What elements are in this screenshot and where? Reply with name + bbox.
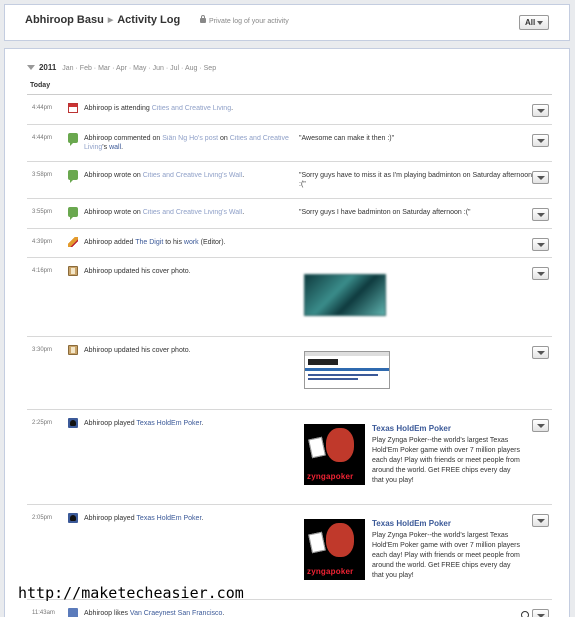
activity-description: Abhiroop updated his cover photo. [84, 268, 191, 275]
row-options-button[interactable] [532, 346, 549, 359]
breadcrumb: Abhiroop Basu ▶ Activity Log [25, 14, 180, 26]
profile-name-link[interactable]: Abhiroop Basu [25, 14, 104, 26]
activity-time: 11:43am [32, 610, 55, 616]
section-heading: Today [30, 82, 51, 89]
activity-log-panel: 2011 Jan · Feb · Mar · Apr · May · Jun ·… [4, 48, 570, 617]
page-title: Activity Log [117, 14, 181, 26]
month-link-jun[interactable]: Jun [153, 65, 164, 72]
employer-link[interactable]: The Digit [135, 239, 163, 246]
activity-description: Abhiroop wrote on Cities and Creative Li… [84, 172, 245, 179]
month-link-sep[interactable]: Sep [204, 65, 216, 72]
activity-log-header: Abhiroop Basu ▶ Activity Log Private log o… [4, 4, 570, 41]
wall-link[interactable]: Cities and Creative Living's Wall [143, 209, 243, 216]
privacy-note: Private log of your activity [200, 15, 289, 25]
activity-time: 4:39pm [32, 239, 53, 245]
cover-photo-thumbnail[interactable] [304, 351, 390, 389]
activity-time: 2:05pm [32, 515, 53, 521]
privacy-text: Private log of your activity [209, 18, 289, 25]
row-options-button[interactable] [532, 134, 549, 147]
month-link-feb[interactable]: Feb [80, 65, 92, 72]
event-link[interactable]: Cities and Creative Living [152, 105, 231, 112]
activity-row: 11:43am Abhiroop likes Van Craeynest San… [27, 600, 552, 617]
post-link[interactable]: Siân Ng Ho's post [162, 135, 218, 142]
row-options-button[interactable] [532, 171, 549, 184]
activity-description: Abhiroop likes Van Craeynest San Francis… [84, 610, 225, 617]
month-link-jul[interactable]: Jul [170, 65, 179, 72]
wall-link[interactable]: wall [109, 144, 121, 151]
calendar-icon [68, 103, 78, 113]
game-title-link[interactable]: Texas HoldEm Poker [372, 519, 451, 528]
lock-icon [200, 15, 206, 23]
activity-row: 4:44pm Abhiroop commented on Siân Ng Ho'… [27, 125, 552, 162]
game-link[interactable]: Texas HoldEm Poker [136, 420, 201, 427]
activity-row: 3:58pm Abhiroop wrote on Cities and Crea… [27, 162, 552, 199]
activity-description: Abhiroop wrote on Cities and Creative Li… [84, 209, 245, 216]
comment-icon [68, 207, 78, 220]
filter-dropdown[interactable]: All [519, 15, 549, 30]
row-options-button[interactable] [532, 419, 549, 432]
game-icon [68, 513, 78, 523]
activity-time: 2:25pm [32, 420, 53, 426]
wall-link[interactable]: Cities and Creative Living's Wall [143, 172, 243, 179]
game-description: Play Zynga Poker--the world's largest Te… [372, 437, 521, 484]
work-link[interactable]: work [184, 239, 199, 246]
game-logo-text: zyngapoker [307, 567, 354, 576]
month-link-jan[interactable]: Jan [62, 65, 73, 72]
chevron-down-icon [537, 21, 543, 25]
activity-quote: "Sorry guys I have badminton on Saturday… [299, 209, 471, 216]
game-thumbnail[interactable]: zyngapoker [304, 519, 365, 580]
game-logo-text: zyngapoker [307, 472, 354, 481]
filter-label: All [525, 18, 536, 27]
activity-description: Abhiroop commented on Siân Ng Ho's post … [84, 135, 289, 151]
activity-time: 4:44pm [32, 135, 53, 141]
activity-row: 4:39pm Abhiroop added The Digit to his w… [27, 229, 552, 258]
game-description: Play Zynga Poker--the world's largest Te… [372, 532, 521, 579]
month-link-aug[interactable]: Aug [185, 65, 197, 72]
activity-row: 4:44pm Abhiroop is attending Cities and … [27, 95, 552, 125]
activity-row: 2:25pm Abhiroop played Texas HoldEm Poke… [27, 410, 552, 505]
row-options-button[interactable] [532, 609, 549, 617]
activity-time: 3:30pm [32, 347, 53, 353]
timeline-nav: 2011 Jan · Feb · Mar · Apr · May · Jun ·… [27, 63, 216, 72]
collapse-triangle-icon[interactable] [27, 65, 35, 70]
row-options-button[interactable] [532, 104, 549, 117]
activity-quote: "Sorry guys have to miss it as I'm playi… [299, 172, 532, 188]
pencil-icon [68, 237, 78, 247]
activity-description: Abhiroop played Texas HoldEm Poker. [84, 515, 204, 522]
month-link-mar[interactable]: Mar [98, 65, 110, 72]
activity-time: 3:58pm [32, 172, 53, 178]
like-icon [68, 608, 78, 617]
game-thumbnail[interactable]: zyngapoker [304, 424, 365, 485]
game-link[interactable]: Texas HoldEm Poker [136, 515, 201, 522]
activity-row: 3:55pm Abhiroop wrote on Cities and Crea… [27, 199, 552, 229]
photo-book-icon [68, 266, 78, 276]
activity-quote: "Awesome can make it then :)" [299, 135, 395, 142]
year-link[interactable]: 2011 [39, 63, 56, 72]
game-title-link[interactable]: Texas HoldEm Poker [372, 424, 451, 433]
row-options-button[interactable] [532, 208, 549, 221]
activity-time: 4:44pm [32, 105, 53, 111]
row-options-button[interactable] [532, 514, 549, 527]
row-options-button[interactable] [532, 267, 549, 280]
comment-icon [68, 133, 78, 146]
breadcrumb-arrow-icon: ▶ [107, 17, 114, 24]
month-link-may[interactable]: May [133, 65, 146, 72]
comment-icon [68, 170, 78, 183]
row-options-button[interactable] [532, 238, 549, 251]
page-link[interactable]: Van Craeynest San Francisco [130, 610, 222, 617]
watermark: http://maketecheasier.com [18, 584, 244, 602]
photo-book-icon [68, 345, 78, 355]
month-link-apr[interactable]: Apr [116, 65, 127, 72]
game-icon [68, 418, 78, 428]
visibility-icon[interactable] [521, 611, 529, 617]
activity-row: 3:30pm Abhiroop updated his cover photo. [27, 337, 552, 410]
cover-photo-thumbnail[interactable] [304, 274, 386, 316]
activity-description: Abhiroop is attending Cities and Creativ… [84, 105, 234, 112]
activity-time: 4:16pm [32, 268, 53, 274]
activity-row: 4:16pm Abhiroop updated his cover photo. [27, 258, 552, 337]
activity-description: Abhiroop played Texas HoldEm Poker. [84, 420, 204, 427]
activity-description: Abhiroop updated his cover photo. [84, 347, 191, 354]
activity-description: Abhiroop added The Digit to his work (Ed… [84, 239, 226, 246]
activity-time: 3:55pm [32, 209, 53, 215]
